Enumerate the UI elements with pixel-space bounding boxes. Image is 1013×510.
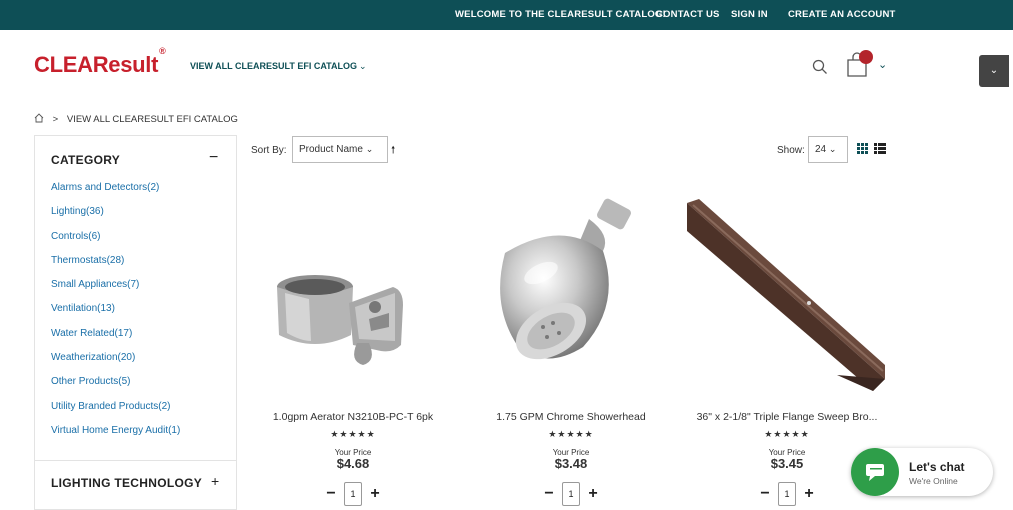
category-link[interactable]: Controls(6): [51, 231, 180, 255]
chat-widget[interactable]: Let's chat We're Online: [851, 448, 993, 496]
product-price: $4.68: [336, 456, 370, 471]
quantity-input[interactable]: 1: [344, 482, 362, 506]
quantity-increase-button[interactable]: +: [802, 485, 816, 503]
quantity-input[interactable]: 1: [778, 482, 796, 506]
chevron-down-icon: ⌄: [365, 144, 374, 154]
sort-by-label: Sort By:: [251, 145, 287, 156]
chevron-down-icon: ⌄: [828, 144, 837, 154]
category-link[interactable]: Utility Branded Products(2): [51, 401, 180, 425]
sort-by-select[interactable]: Product Name ⌄: [292, 136, 388, 163]
product-card: 1.75 GPM Chrome Showerhead ★★★★★ Your Pr…: [471, 195, 671, 510]
chevron-down-icon: ⌄: [989, 65, 999, 76]
breadcrumb-current: VIEW ALL CLEARESULT EFI CATALOG: [66, 114, 238, 125]
show-label: Show:: [777, 145, 805, 156]
lighting-technology-expand-toggle[interactable]: +: [211, 473, 219, 489]
category-link[interactable]: Weatherization(20): [51, 352, 180, 376]
logo-text: CLEAResult: [34, 52, 159, 77]
product-image-showerhead[interactable]: [471, 195, 671, 395]
home-icon[interactable]: [34, 113, 44, 123]
category-heading: CATEGORY: [51, 153, 121, 167]
product-card: 1.0gpm Aerator N3210B-PC-T 6pk ★★★★★ You…: [253, 195, 453, 510]
show-count-value: 24: [815, 144, 827, 155]
product-image-aerator[interactable]: [253, 195, 453, 395]
category-sidebar: CATEGORY − Alarms and Detectors(2) Light…: [34, 135, 237, 510]
quantity-decrease-button[interactable]: −: [758, 485, 772, 503]
product-price: $3.48: [554, 456, 588, 471]
chat-status: We're Online: [909, 476, 958, 486]
category-link[interactable]: Water Related(17): [51, 328, 180, 352]
category-link[interactable]: Small Appliances(7): [51, 279, 180, 303]
quantity-input[interactable]: 1: [562, 482, 580, 506]
product-name[interactable]: 1.0gpm Aerator N3210B-PC-T 6pk: [253, 411, 453, 423]
lighting-technology-heading[interactable]: LIGHTING TECHNOLOGY: [51, 476, 202, 490]
list-view-icon[interactable]: [874, 143, 886, 154]
quantity-stepper: −1 +: [253, 482, 453, 506]
show-count-select[interactable]: 24 ⌄: [808, 136, 848, 163]
sort-direction-icon[interactable]: 🠕: [391, 143, 395, 160]
category-link[interactable]: Virtual Home Energy Audit(1): [51, 425, 180, 449]
category-link[interactable]: Lighting(36): [51, 206, 180, 230]
rating-stars-icon: ★★★★★: [330, 429, 376, 439]
product-image-door-sweep[interactable]: [687, 195, 887, 395]
contact-us-link[interactable]: CONTACT US: [656, 9, 720, 20]
quantity-decrease-button[interactable]: −: [542, 485, 556, 503]
view-all-label: VIEW ALL CLEARESULT EFI CATALOG: [190, 61, 357, 71]
breadcrumb-separator: >: [52, 114, 59, 125]
rating-stars-icon: ★★★★★: [764, 429, 810, 439]
side-panel-toggle-button[interactable]: ⌄: [979, 55, 1009, 87]
product-name[interactable]: 1.75 GPM Chrome Showerhead: [471, 411, 671, 423]
cart-count-badge: [859, 50, 873, 64]
category-list: Alarms and Detectors(2) Lighting(36) Con…: [51, 182, 180, 449]
breadcrumb: > VIEW ALL CLEARESULT EFI CATALOG: [34, 113, 238, 125]
top-bar: WELCOME TO THE CLEARESULT CATALOG! CONTA…: [0, 0, 1013, 30]
category-link[interactable]: Other Products(5): [51, 376, 180, 400]
sort-by-value: Product Name: [299, 144, 363, 155]
rating-stars-icon: ★★★★★: [548, 429, 594, 439]
product-name[interactable]: 36" x 2-1/8" Triple Flange Sweep Bro...: [687, 411, 887, 423]
chat-title: Let's chat: [909, 460, 965, 474]
logo[interactable]: CLEAResult®: [34, 46, 166, 78]
grid-view-icon[interactable]: [857, 143, 868, 154]
create-account-link[interactable]: CREATE AN ACCOUNT: [788, 9, 896, 20]
view-all-catalog-menu[interactable]: VIEW ALL CLEARESULT EFI CATALOG ⌄: [190, 61, 367, 72]
category-link[interactable]: Ventilation(13): [51, 303, 180, 327]
cart-chevron-down-icon[interactable]: ⌄: [878, 58, 887, 71]
logo-mark: ®: [159, 45, 166, 56]
quantity-increase-button[interactable]: +: [586, 485, 600, 503]
chat-bubble-icon[interactable]: [851, 448, 899, 496]
sign-in-link[interactable]: SIGN IN: [731, 9, 768, 20]
chat-bubble-glyph: [866, 464, 884, 481]
welcome-link[interactable]: WELCOME TO THE CLEARESULT CATALOG!: [455, 9, 666, 20]
sidebar-divider: [35, 460, 236, 461]
category-collapse-toggle[interactable]: −: [209, 149, 218, 167]
quantity-stepper: −1 +: [471, 482, 671, 506]
search-icon[interactable]: [811, 58, 829, 76]
category-link[interactable]: Thermostats(28): [51, 255, 180, 279]
quantity-increase-button[interactable]: +: [368, 485, 382, 503]
category-link[interactable]: Alarms and Detectors(2): [51, 182, 180, 206]
quantity-decrease-button[interactable]: −: [324, 485, 338, 503]
chevron-down-icon: ⌄: [359, 61, 367, 71]
